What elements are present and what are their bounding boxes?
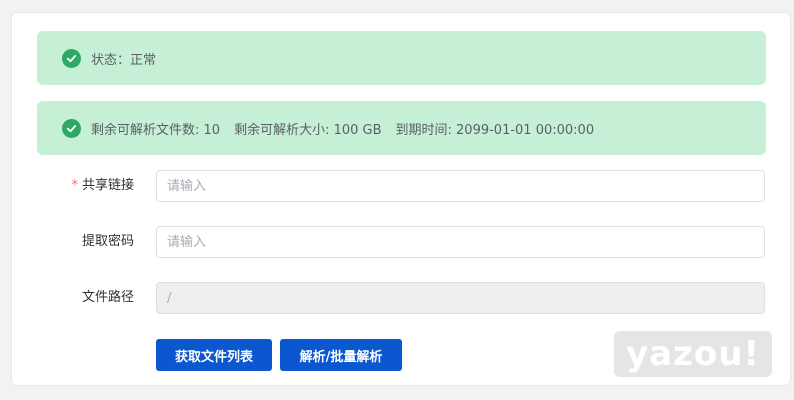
extract-code-input[interactable] <box>156 226 765 258</box>
share-link-row: * 共享链接 <box>12 170 792 202</box>
size-remaining: 剩余可解析大小: 100 GB <box>234 122 382 138</box>
expiry-time: 到期时间: 2099-01-01 00:00:00 <box>395 122 595 138</box>
extract-code-row: 提取密码 <box>12 226 792 258</box>
file-path-input <box>156 282 765 314</box>
parse-card: 状态：正常 剩余可解析文件数: 10 剩余可解析大小: 100 GB 到期时间:… <box>11 12 791 386</box>
extract-code-label: 提取密码 <box>81 234 134 249</box>
parse-button[interactable]: 解析/批量解析 <box>280 339 402 371</box>
status-alert: 状态：正常 <box>37 31 766 85</box>
share-link-label-text: 共享链接 <box>81 178 134 193</box>
file-path-row: 文件路径 <box>12 282 792 314</box>
share-link-input[interactable] <box>156 170 765 202</box>
share-link-label: * 共享链接 <box>71 170 134 202</box>
files-remaining: 剩余可解析文件数: 10 <box>91 122 221 138</box>
get-file-list-button[interactable]: 获取文件列表 <box>156 339 272 371</box>
status-text: 状态：正常 <box>91 52 157 68</box>
check-circle-icon <box>62 118 81 138</box>
quota-alert: 剩余可解析文件数: 10 剩余可解析大小: 100 GB 到期时间: 2099-… <box>37 101 766 155</box>
watermark-logo: yazou! <box>614 331 772 377</box>
required-mark: * <box>71 178 78 193</box>
check-circle-icon <box>62 48 81 68</box>
file-path-label: 文件路径 <box>81 290 134 305</box>
